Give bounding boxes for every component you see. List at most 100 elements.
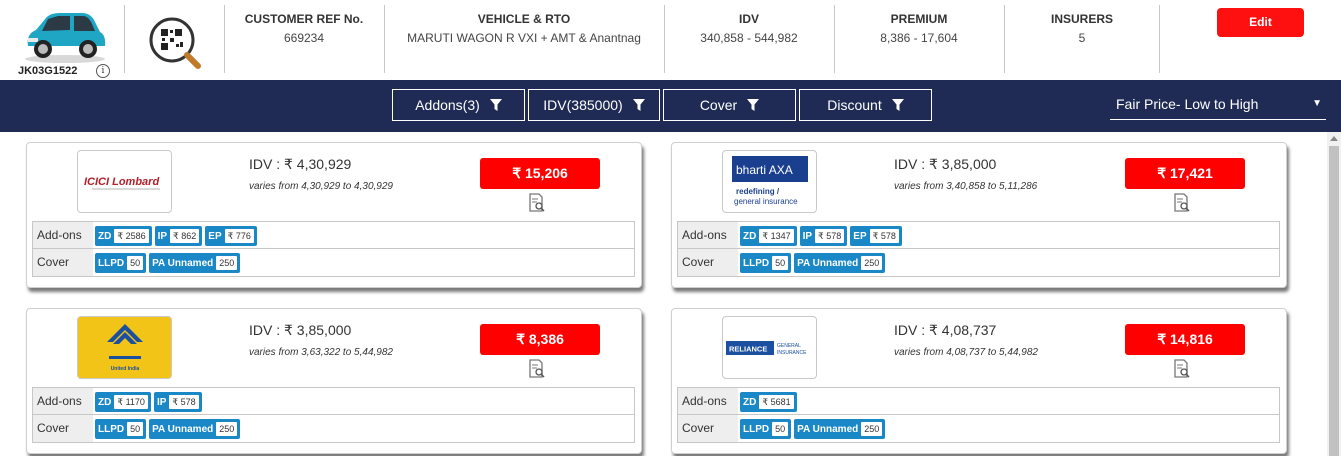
vehicle-box: JK03G1522 i	[16, 4, 116, 78]
idv-value: 340,858 - 544,982	[700, 31, 798, 45]
quote-card: United India IDV : ₹ 3,85,000 varies fro…	[26, 308, 642, 454]
cover-tag: LLPD 50	[95, 419, 147, 439]
quote-details-table: Add-ons ZD ₹ 1347 IP ₹ 578 EP ₹ 578 Cover L…	[677, 221, 1280, 277]
cover-code: LLPD	[98, 423, 125, 435]
addon-tag: IP ₹ 862	[154, 226, 203, 246]
divider	[1159, 5, 1160, 73]
cover-tag: PA Unnamed 250	[794, 253, 886, 273]
addon-tag: EP ₹ 578	[850, 226, 902, 246]
addon-tag: EP ₹ 776	[205, 226, 257, 246]
insurers-column: INSURERS 5	[1006, 12, 1158, 45]
addons-label: Add-ons	[33, 222, 93, 248]
divider	[664, 5, 665, 73]
edit-button[interactable]: Edit	[1217, 8, 1304, 37]
document-search-icon[interactable]	[1172, 193, 1192, 213]
united-india-logo: United India	[78, 317, 171, 378]
idv-text: IDV : ₹ 3,85,000	[894, 156, 997, 172]
addons-filter-button[interactable]: Addons(3)	[392, 89, 525, 121]
addon-code: IP	[802, 230, 813, 242]
buy-price-button[interactable]: ₹ 14,816	[1125, 324, 1245, 355]
addon-code: IP	[157, 230, 168, 242]
scroll-up-arrow-icon[interactable]	[1330, 136, 1338, 141]
addon-code: IP	[156, 396, 167, 408]
document-search-icon[interactable]	[1172, 359, 1192, 379]
filter-funnel-icon	[489, 99, 502, 111]
addons-label: Add-ons	[678, 222, 738, 248]
cover-label: Cover	[678, 249, 738, 276]
premium-column: PREMIUM 8,386 - 17,604	[836, 12, 1002, 45]
addon-value: ₹ 2586	[114, 229, 149, 243]
logo-subtext: GENERAL	[777, 343, 801, 349]
addons-label: Add-ons	[678, 388, 738, 414]
addons-row: Add-ons ZD ₹ 2586 IP ₹ 862 EP ₹ 776	[33, 222, 634, 249]
insurers-value: 5	[1078, 31, 1086, 45]
idv-text: IDV : ₹ 4,30,929	[249, 156, 352, 172]
addon-value: ₹ 1170	[114, 395, 148, 409]
insurers-label: INSURERS	[1050, 12, 1113, 26]
vehicle-registration: JK03G1522	[18, 65, 78, 77]
addon-tag: ZD ₹ 1347	[740, 226, 797, 246]
document-search-icon[interactable]	[527, 193, 547, 213]
cover-filter-button[interactable]: Cover	[663, 89, 796, 121]
scrollbar[interactable]	[1327, 132, 1341, 456]
divider	[124, 5, 125, 73]
sort-select[interactable]: Fair Price- Low to High ▼	[1110, 92, 1326, 120]
addon-value: ₹ 578	[169, 395, 199, 409]
cover-label: Cover	[33, 249, 93, 276]
idv-filter-label: IDV(385000)	[543, 97, 623, 113]
customer-ref-label: CUSTOMER REF No.	[244, 12, 364, 26]
logo-subtext: redefining /	[736, 187, 780, 196]
dropdown-caret-icon: ▼	[1312, 98, 1322, 109]
document-search-icon[interactable]	[527, 359, 547, 379]
customer-ref-column: CUSTOMER REF No. 669234	[226, 12, 382, 45]
cover-code: LLPD	[743, 257, 770, 269]
scroll-thumb[interactable]	[1329, 146, 1339, 456]
idv-column: IDV 340,858 - 544,982	[666, 12, 832, 45]
quote-details-table: Add-ons ZD ₹ 1170 IP ₹ 578 Cover LLPD 50 PA…	[32, 387, 635, 443]
addon-value: ₹ 1347	[759, 229, 794, 243]
filter-funnel-icon	[632, 99, 645, 111]
logo-text: RELIANCE	[729, 344, 767, 353]
divider	[384, 5, 385, 73]
cover-tag: PA Unnamed 250	[149, 253, 241, 273]
cover-value: 50	[772, 422, 789, 436]
customer-ref-value: 669234	[283, 31, 325, 45]
discount-filter-button[interactable]: Discount	[799, 89, 932, 121]
logo-text: ICICI Lombard	[84, 176, 159, 188]
cover-value: 250	[861, 422, 883, 436]
addons-row: Add-ons ZD ₹ 1347 IP ₹ 578 EP ₹ 578	[678, 222, 1279, 249]
buy-price-button[interactable]: ₹ 15,206	[480, 158, 600, 189]
idv-text: IDV : ₹ 4,08,737	[894, 322, 997, 338]
cover-code: PA Unnamed	[152, 423, 214, 435]
quote-card: RELIANCE GENERAL INSURANCE IDV : ₹ 4,08,…	[671, 308, 1287, 454]
cover-value: 250	[216, 422, 238, 436]
info-icon[interactable]: i	[96, 64, 110, 78]
vehicle-rto-column: VEHICLE & RTO MARUTI WAGON R VXI + AMT &…	[386, 12, 662, 45]
vehicle-rto-label: VEHICLE & RTO	[477, 12, 571, 26]
insurer-logo: ICICI Lombard	[77, 150, 172, 213]
qr-search-icon[interactable]	[146, 14, 204, 72]
quote-card: bharti AXA redefining / general insuranc…	[671, 142, 1287, 288]
cover-tag: PA Unnamed 250	[794, 419, 886, 439]
addon-tag: IP ₹ 578	[153, 392, 202, 412]
buy-price-button[interactable]: ₹ 17,421	[1125, 158, 1245, 189]
buy-price-button[interactable]: ₹ 8,386	[480, 324, 600, 355]
filter-funnel-icon	[891, 99, 904, 111]
idv-filter-button[interactable]: IDV(385000)	[528, 89, 660, 121]
addon-code: ZD	[98, 396, 112, 408]
cover-tag: LLPD 50	[740, 419, 792, 439]
idv-label: IDV	[738, 12, 759, 26]
addon-value: ₹ 776	[224, 229, 254, 243]
addon-value: ₹ 578	[869, 229, 899, 243]
cover-value: 250	[861, 256, 883, 270]
addon-code: EP	[853, 230, 867, 242]
cover-value: 250	[216, 256, 238, 270]
addon-value: ₹ 862	[170, 229, 200, 243]
addon-code: ZD	[743, 230, 757, 242]
idv-range-text: varies from 3,40,858 to 5,11,286	[894, 181, 1038, 192]
cover-value: 50	[772, 256, 789, 270]
reliance-logo: RELIANCE GENERAL INSURANCE	[725, 340, 807, 356]
logo-text: United India	[110, 366, 139, 372]
addons-label: Add-ons	[33, 388, 93, 414]
idv-range-text: varies from 3,63,322 to 5,44,982	[249, 347, 393, 358]
